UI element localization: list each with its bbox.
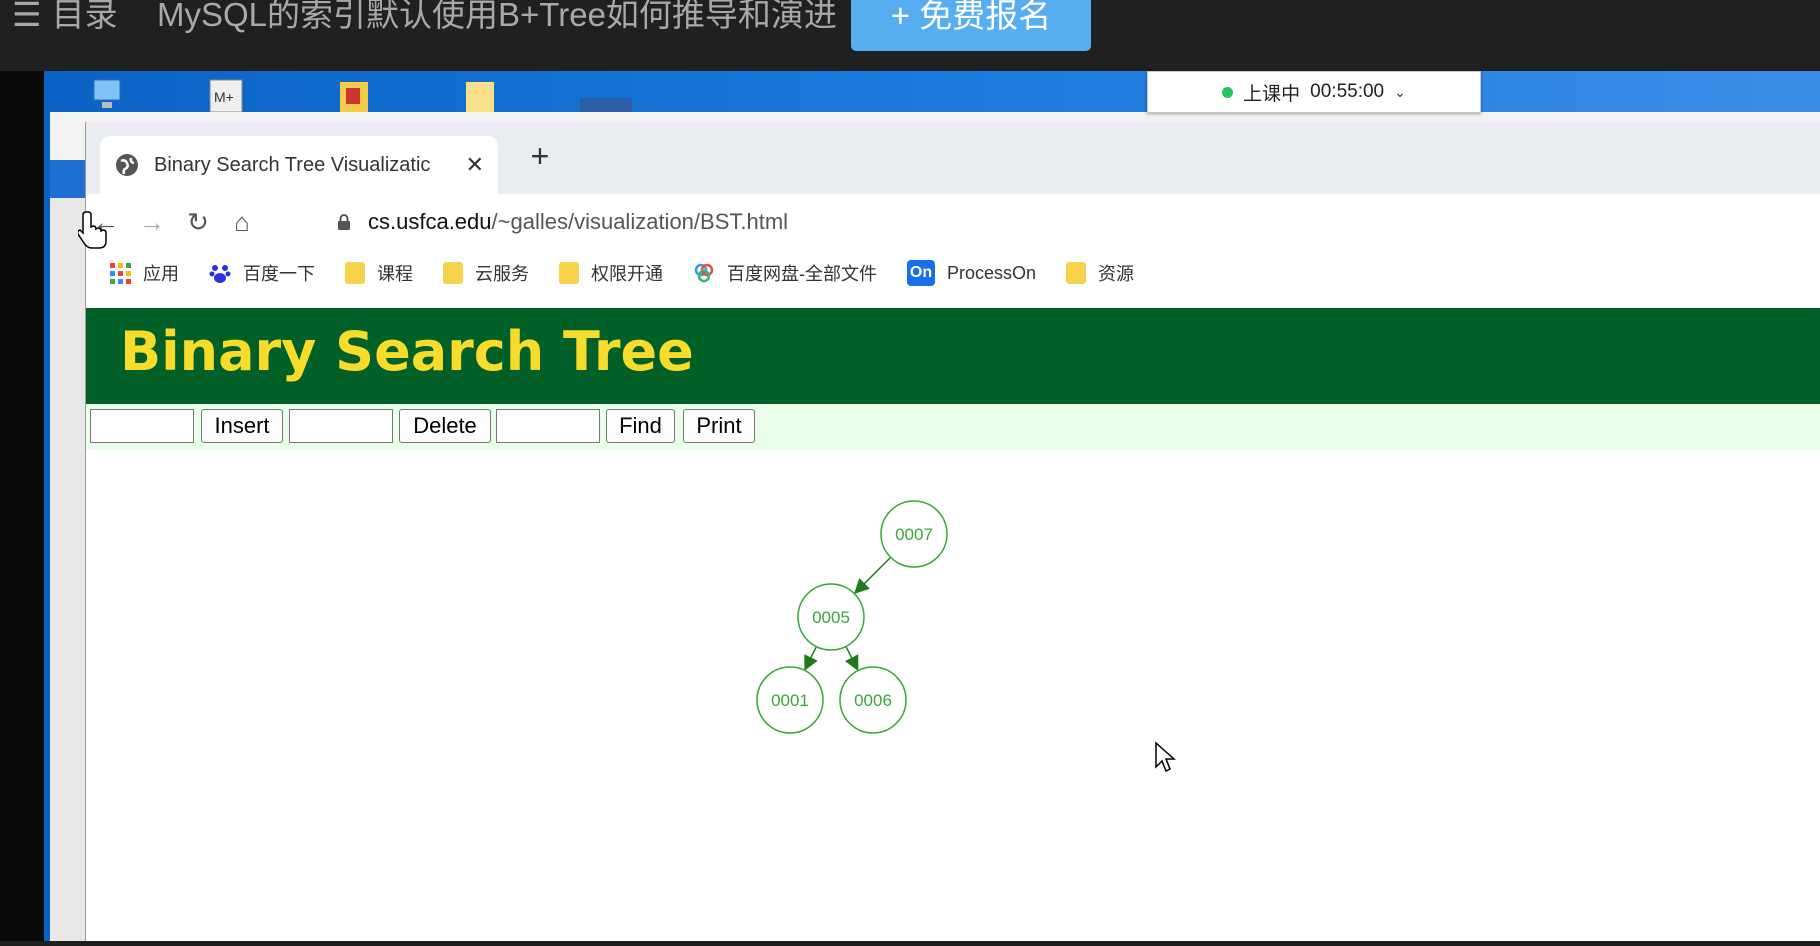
bookmark-label: 权限开通 — [591, 264, 663, 284]
tree-edge-n7-n5 — [853, 556, 892, 595]
delete-button[interactable]: Delete — [399, 409, 491, 443]
tree-edge-n5-n1 — [804, 646, 818, 671]
arrow-cursor-icon — [1155, 741, 1176, 773]
tree-node-label: 0001 — [771, 691, 809, 710]
visualization-canvas[interactable]: 0007 0005 0001 0006 — [86, 450, 1820, 941]
course-title: MySQL的索引默认使用B+Tree如何推导和演进 — [157, 0, 837, 33]
bookmark-courses[interactable]: 课程 — [345, 260, 413, 286]
tree-node-0007: 0007 — [880, 500, 948, 568]
class-status: 上课中 — [1243, 83, 1301, 105]
home-icon[interactable]: ⌂ — [222, 202, 262, 242]
bookmark-label: 云服务 — [475, 264, 529, 284]
bookmark-resources[interactable]: 资源 — [1066, 260, 1134, 286]
video-left-border — [0, 71, 44, 941]
baidu-netdisk-icon — [694, 263, 714, 283]
tab-bst-visualization[interactable]: Binary Search Tree Visualizatic ✕ — [100, 136, 498, 194]
folder-icon — [1066, 262, 1087, 284]
insert-button[interactable]: Insert — [201, 409, 283, 443]
processon-icon: On — [907, 260, 935, 286]
bst-tree-diagram: 0007 0005 0001 0006 — [756, 500, 948, 734]
bookmark-processon[interactable]: On ProcessOn — [907, 260, 1036, 286]
browser-window: Binary Search Tree Visualizatic ✕ + ← → … — [85, 122, 1820, 941]
page-header: Binary Search Tree — [86, 308, 1820, 404]
insert-value-input[interactable] — [90, 409, 194, 443]
folder-icon — [345, 262, 365, 284]
document-desktop-icon[interactable] — [580, 76, 632, 116]
tree-node-0001: 0001 — [756, 666, 824, 734]
close-tab-icon[interactable]: ✕ — [466, 152, 484, 178]
svg-text:M+: M+ — [214, 89, 234, 105]
hamburger-icon: ☰ — [12, 0, 42, 33]
bookmarks-bar: 应用 百度一下 课程 云服务 权限开通 百度网盘-全部文件 On Process… — [86, 250, 1820, 296]
bookmark-label: ProcessOn — [947, 262, 1037, 283]
tree-node-label: 0007 — [895, 525, 933, 544]
bookmark-cloud-services[interactable]: 云服务 — [443, 260, 529, 286]
find-button[interactable]: Find — [606, 409, 675, 443]
course-top-bar: ☰ 目录 MySQL的索引默认使用B+Tree如何推导和演进 + 免费报名 — [0, 0, 1820, 71]
url-host: cs.usfca.edu — [368, 209, 492, 234]
chevron-down-icon[interactable]: ⌄ — [1394, 84, 1406, 101]
catalog-menu-button[interactable]: ☰ 目录 — [12, 0, 118, 33]
bst-controls: Insert Delete Find Print — [86, 404, 1820, 450]
tree-edge-n5-n6 — [844, 646, 859, 672]
tree-node-label: 0006 — [854, 691, 892, 710]
lock-icon[interactable] — [336, 213, 352, 231]
print-button[interactable]: Print — [683, 409, 755, 443]
tab-strip: Binary Search Tree Visualizatic ✕ + — [86, 122, 1820, 194]
folder-icon — [559, 262, 579, 284]
bookmark-apps[interactable]: 应用 — [110, 260, 179, 286]
reload-icon[interactable]: ↻ — [178, 202, 218, 242]
tab-title: Binary Search Tree Visualizatic — [154, 153, 431, 176]
apps-grid-icon — [110, 262, 131, 284]
url-path: /~galles/visualization/BST.html — [491, 209, 789, 234]
globe-icon — [116, 154, 138, 176]
catalog-menu-label: 目录 — [51, 0, 118, 33]
bookmark-label: 百度网盘-全部文件 — [727, 264, 877, 284]
forward-arrow-icon[interactable]: → — [132, 202, 172, 242]
bookmark-baidu-netdisk[interactable]: 百度网盘-全部文件 — [693, 260, 877, 286]
page-title: Binary Search Tree — [120, 320, 694, 383]
computer-desktop-icon[interactable] — [88, 76, 124, 116]
navigation-bar: ← → ↻ ⌂ cs.usfca.edu/~galles/visualizati… — [86, 194, 1820, 250]
background-window-ribbon — [50, 160, 86, 198]
free-signup-button[interactable]: + 免费报名 — [851, 0, 1091, 51]
bookmark-baidu[interactable]: 百度一下 — [209, 260, 315, 286]
class-time: 00:55:00 — [1310, 81, 1385, 102]
tree-node-label: 0005 — [812, 608, 850, 627]
background-window-panel — [50, 198, 86, 941]
hand-cursor-icon — [78, 211, 107, 249]
address-bar[interactable]: cs.usfca.edu/~galles/visualization/BST.h… — [336, 202, 788, 242]
delete-value-input[interactable] — [289, 409, 393, 443]
bookmark-permissions[interactable]: 权限开通 — [559, 260, 663, 286]
bookmark-label: 课程 — [377, 264, 413, 284]
markdown-desktop-icon[interactable]: M+ — [206, 76, 243, 116]
bookmark-label: 百度一下 — [243, 264, 315, 284]
class-timer[interactable]: 上课中 00:55:00 ⌄ — [1147, 71, 1481, 113]
new-tab-button[interactable]: + — [520, 136, 560, 176]
bookmark-label: 资源 — [1098, 264, 1135, 284]
live-status-dot — [1222, 86, 1234, 98]
image-folder-desktop-icon[interactable] — [336, 76, 372, 116]
baidu-paw-icon — [209, 265, 231, 283]
folder-desktop-icon[interactable] — [462, 76, 498, 116]
tree-node-0006: 0006 — [839, 666, 907, 734]
folder-icon — [443, 262, 463, 284]
tree-node-0005: 0005 — [797, 583, 865, 651]
bookmark-label: 应用 — [143, 264, 179, 284]
find-value-input[interactable] — [496, 409, 600, 443]
